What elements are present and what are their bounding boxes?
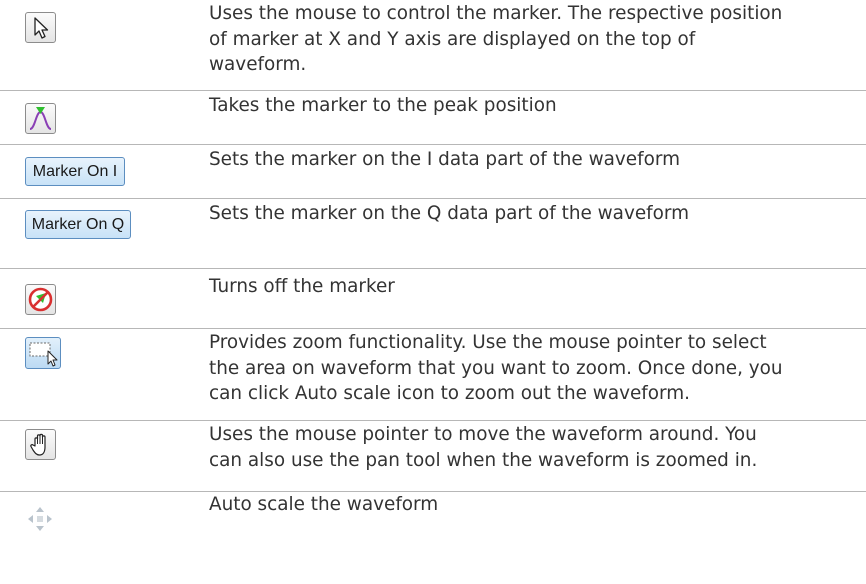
row-description: Sets the marker on the Q data part of th… (209, 203, 690, 224)
row-description: Provides zoom functionality. Use the mou… (209, 332, 783, 404)
table-row: Auto scale the waveform (0, 492, 866, 584)
auto-scale-icon[interactable] (25, 504, 55, 534)
table-row: Marker On I Sets the marker on the I dat… (0, 145, 866, 199)
marker-off-icon[interactable] (25, 284, 56, 315)
marker-on-q-button[interactable]: Marker On Q (25, 210, 131, 239)
pan-hand-icon[interactable] (25, 429, 56, 460)
table-row: Uses the mouse pointer to move the wavef… (0, 421, 866, 492)
marker-peak-icon[interactable] (25, 103, 56, 134)
row-description: Takes the marker to the peak position (209, 95, 557, 116)
marker-on-i-button[interactable]: Marker On I (25, 157, 125, 186)
table-row: Uses the mouse to control the marker. Th… (0, 0, 866, 91)
row-description: Uses the mouse pointer to move the wavef… (209, 424, 758, 471)
table-row: Turns off the marker (0, 269, 866, 329)
row-description: Sets the marker on the I data part of th… (209, 149, 680, 170)
row-description: Uses the mouse to control the marker. Th… (209, 3, 783, 75)
table-row: Marker On Q Sets the marker on the Q dat… (0, 199, 866, 269)
row-description: Auto scale the waveform (209, 494, 439, 515)
table-row: Provides zoom functionality. Use the mou… (0, 329, 866, 421)
zoom-select-icon[interactable] (25, 337, 61, 369)
cursor-arrow-icon[interactable] (25, 12, 56, 43)
row-description: Turns off the marker (209, 276, 395, 297)
table-row: Takes the marker to the peak position (0, 91, 866, 145)
